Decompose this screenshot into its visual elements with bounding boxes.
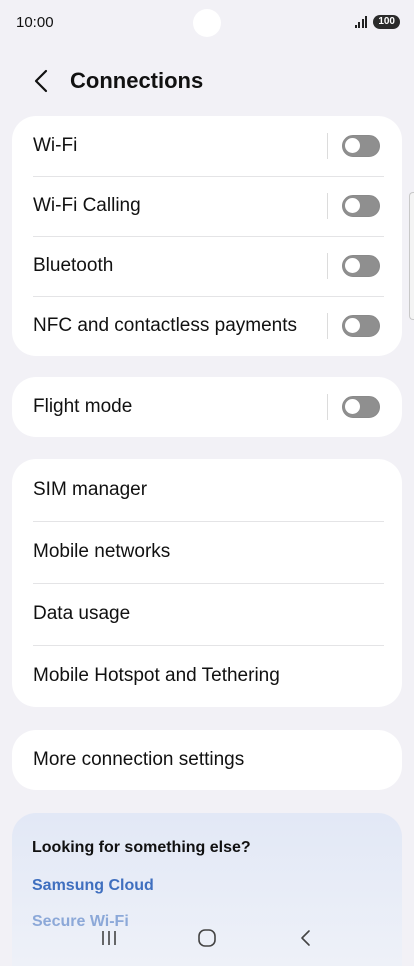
setting-row-nfc[interactable]: NFC and contactless payments	[12, 296, 402, 356]
back-button[interactable]	[16, 58, 66, 104]
setting-row-data-usage[interactable]: Data usage	[12, 583, 402, 645]
nfc-toggle[interactable]	[342, 315, 380, 337]
page-title: Connections	[70, 68, 204, 93]
setting-label: SIM manager	[33, 479, 148, 500]
setting-label: More connection settings	[33, 749, 245, 770]
setting-row-hotspot[interactable]: Mobile Hotspot and Tethering	[12, 645, 402, 707]
header: Connections	[0, 58, 414, 104]
divider	[327, 193, 328, 219]
setting-row-mobile-networks[interactable]: Mobile networks	[12, 521, 402, 583]
setting-label: Wi-Fi Calling	[33, 195, 141, 216]
home-button[interactable]	[187, 918, 227, 958]
network-card: SIM manager Mobile networks Data usage M…	[12, 459, 402, 707]
setting-label: Mobile networks	[33, 541, 171, 562]
home-icon	[198, 929, 216, 947]
setting-row-bluetooth[interactable]: Bluetooth	[12, 236, 402, 296]
more-card: More connection settings	[12, 730, 402, 790]
flight-card: Flight mode	[12, 377, 402, 437]
recent-apps-button[interactable]	[89, 918, 129, 958]
wireless-card: Wi-Fi Wi-Fi Calling Bluetooth NFC and co…	[12, 116, 402, 356]
scrollbar[interactable]	[409, 192, 414, 320]
flight-mode-toggle[interactable]	[342, 396, 380, 418]
chevron-left-icon	[34, 69, 48, 93]
setting-row-flight-mode[interactable]: Flight mode	[12, 377, 402, 437]
setting-row-sim-manager[interactable]: SIM manager	[12, 459, 402, 521]
divider	[327, 313, 328, 339]
nav-back-button[interactable]	[285, 918, 325, 958]
divider	[327, 253, 328, 279]
wifi-toggle[interactable]	[342, 135, 380, 157]
divider	[327, 394, 328, 420]
setting-label: Wi-Fi	[33, 135, 78, 156]
signal-icon	[354, 16, 368, 28]
bluetooth-toggle[interactable]	[342, 255, 380, 277]
navigation-bar	[0, 910, 414, 966]
camera-cutout	[193, 9, 221, 37]
setting-label: Bluetooth	[33, 255, 114, 276]
setting-label: NFC and contactless payments	[33, 315, 298, 336]
divider	[327, 133, 328, 159]
setting-label: Mobile Hotspot and Tethering	[33, 665, 280, 686]
setting-row-wifi[interactable]: Wi-Fi	[12, 116, 402, 176]
setting-label: Data usage	[33, 603, 131, 624]
suggestions-title: Looking for something else?	[32, 839, 251, 856]
status-time: 10:00	[16, 13, 54, 31]
setting-row-more-connection[interactable]: More connection settings	[12, 730, 402, 790]
link-samsung-cloud[interactable]: Samsung Cloud	[32, 877, 382, 895]
status-icons: 100	[354, 15, 400, 29]
back-icon	[301, 930, 310, 946]
wifi-calling-toggle[interactable]	[342, 195, 380, 217]
battery-icon: 100	[373, 15, 400, 29]
recent-apps-icon	[102, 931, 116, 945]
setting-label: Flight mode	[33, 396, 133, 417]
setting-row-wifi-calling[interactable]: Wi-Fi Calling	[12, 176, 402, 236]
